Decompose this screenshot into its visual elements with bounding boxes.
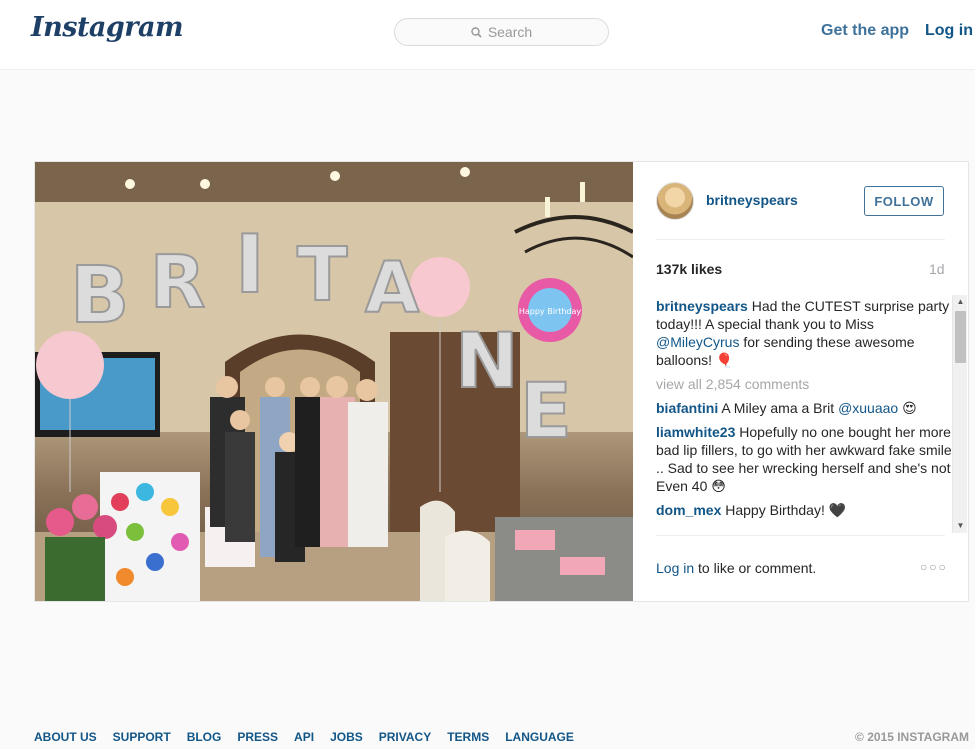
follow-button[interactable]: FOLLOW xyxy=(864,186,944,216)
post-card: Happy Birthday B R I T A N E britneyspea… xyxy=(34,161,969,602)
balloon-letter-i: I xyxy=(235,218,265,311)
balloon-letter-a: A xyxy=(365,247,419,329)
comment-text: Happy Birthday! 🖤 xyxy=(721,502,847,518)
footer-link-press[interactable]: PRESS xyxy=(237,730,278,744)
header-divider xyxy=(656,239,945,240)
footer-links: ABOUT US SUPPORT BLOG PRESS API JOBS PRI… xyxy=(34,730,574,744)
balloon-letter-e: E xyxy=(520,366,572,455)
more-options-icon[interactable]: ○○○ xyxy=(920,560,948,574)
balloon-letter-b: B xyxy=(70,251,129,341)
comment-username[interactable]: dom_mex xyxy=(656,502,721,518)
instagram-logo[interactable]: Instagram xyxy=(31,12,184,43)
search-placeholder: Search xyxy=(487,24,533,40)
list-item: biafantini A Miley ama a Brit @xuuaao 😍 xyxy=(656,399,954,417)
footer-link-about-us[interactable]: ABOUT US xyxy=(34,730,97,744)
top-nav: Instagram Search Get the app Log in xyxy=(0,0,975,70)
balloon-letter-r: R xyxy=(150,240,205,324)
scroll-down-icon[interactable]: ▼ xyxy=(953,519,968,533)
people-group xyxy=(210,376,388,562)
balloon-letter-t: T xyxy=(297,232,348,318)
footer-link-blog[interactable]: BLOG xyxy=(187,730,222,744)
footer-link-terms[interactable]: TERMS xyxy=(447,730,489,744)
search-icon xyxy=(471,26,482,38)
comments-list: britneyspears Had the CUTEST surprise pa… xyxy=(656,297,954,533)
get-the-app-link[interactable]: Get the app xyxy=(821,22,909,40)
comment-suffix: 😍 xyxy=(898,400,917,416)
comment-username[interactable]: liamwhite23 xyxy=(656,424,735,440)
scrollbar-thumb[interactable] xyxy=(955,311,966,363)
login-to-comment-link[interactable]: Log in xyxy=(656,560,694,576)
comment-mention[interactable]: @xuuaao xyxy=(838,400,898,416)
footer-link-jobs[interactable]: JOBS xyxy=(330,730,363,744)
comment-text: A Miley ama a Brit xyxy=(718,400,839,416)
party-photo-illustration: Happy Birthday B R I T A N E xyxy=(35,162,633,601)
copyright: © 2015 INSTAGRAM xyxy=(855,730,969,744)
caption-mention[interactable]: @MileyCyrus xyxy=(656,334,739,350)
post-sidebar: britneyspears FOLLOW 137k likes 1d britn… xyxy=(634,162,968,601)
comments-scrollbar[interactable]: ▲ ▼ xyxy=(952,295,967,533)
post-photo[interactable]: Happy Birthday B R I T A N E xyxy=(35,162,633,601)
list-item: dom_mex Happy Birthday! 🖤 xyxy=(656,501,954,519)
search-input[interactable]: Search xyxy=(394,18,609,46)
footer-divider xyxy=(656,535,945,536)
view-all-comments-link[interactable]: view all 2,854 comments xyxy=(656,375,954,393)
lollipop-text: Happy Birthday xyxy=(519,307,582,316)
log-in-link[interactable]: Log in xyxy=(925,22,973,40)
footer-link-language[interactable]: LANGUAGE xyxy=(505,730,574,744)
post-age[interactable]: 1d xyxy=(929,261,945,277)
likes-count[interactable]: 137k likes xyxy=(656,261,722,277)
list-item: liamwhite23 Hopefully no one bought her … xyxy=(656,423,954,495)
avatar[interactable] xyxy=(656,182,694,220)
footer-link-support[interactable]: SUPPORT xyxy=(113,730,171,744)
login-to-comment: Log in to like or comment. xyxy=(656,560,816,576)
post-author-username[interactable]: britneyspears xyxy=(706,192,798,208)
footer-link-privacy[interactable]: PRIVACY xyxy=(379,730,431,744)
caption: britneyspears Had the CUTEST surprise pa… xyxy=(656,297,954,369)
balloon-letter-n: N xyxy=(455,316,519,405)
scroll-up-icon[interactable]: ▲ xyxy=(953,295,968,309)
login-to-comment-text: to like or comment. xyxy=(694,560,817,576)
page-footer: ABOUT US SUPPORT BLOG PRESS API JOBS PRI… xyxy=(34,730,969,746)
comment-username[interactable]: biafantini xyxy=(656,400,718,416)
caption-username[interactable]: britneyspears xyxy=(656,298,748,314)
footer-link-api[interactable]: API xyxy=(294,730,314,744)
